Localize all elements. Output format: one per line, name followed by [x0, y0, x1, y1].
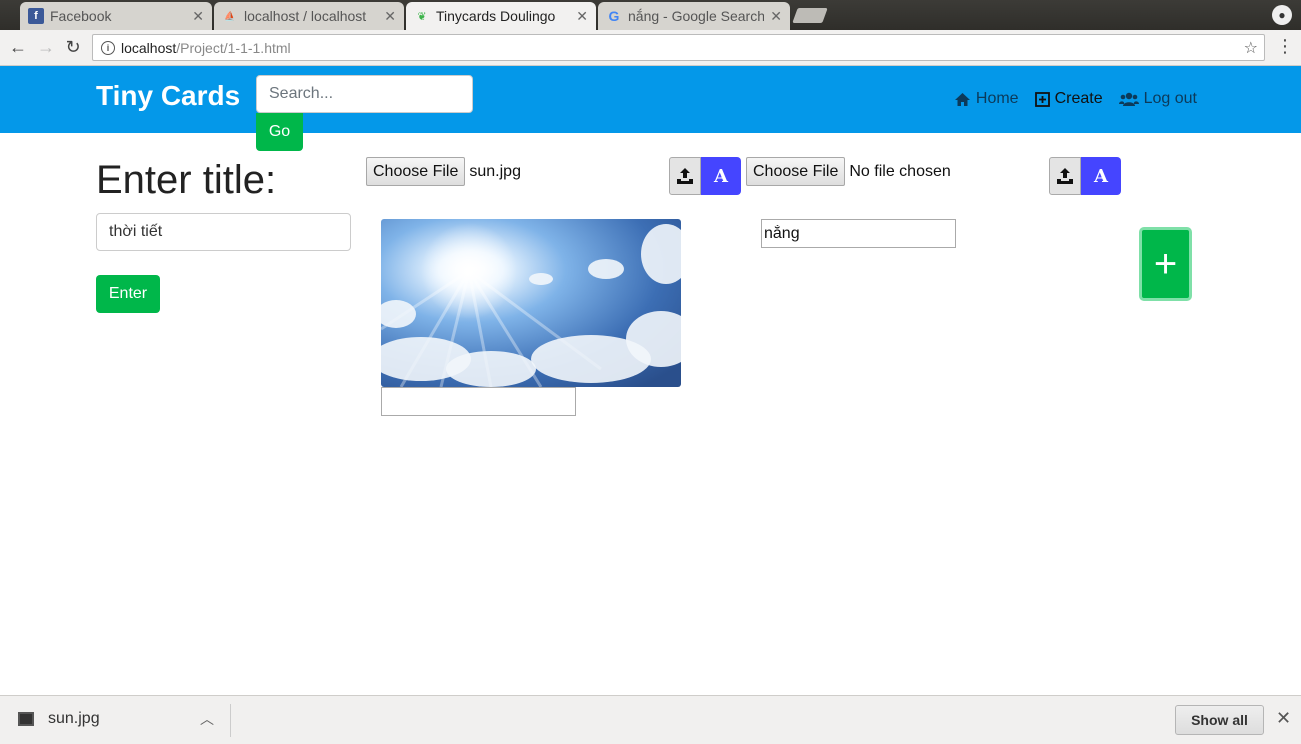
divider	[230, 704, 231, 737]
downloads-bar: sun.jpg ︿ Show all ✕	[0, 695, 1301, 744]
file-icon	[18, 712, 34, 726]
card1-text-button[interactable]: A	[701, 157, 741, 195]
profile-icon[interactable]: ●	[1272, 5, 1292, 25]
nav-create[interactable]: Create	[1034, 90, 1103, 108]
tab-title: Tinycards Doulingo	[436, 8, 556, 24]
tab-google-search[interactable]: G nắng - Google Search ✕	[598, 2, 790, 30]
url-path: /Project/1-1-1.html	[176, 39, 291, 56]
card2-upload-button[interactable]	[1049, 157, 1081, 195]
tab-title: localhost / localhost	[244, 8, 367, 24]
nav-create-label: Create	[1054, 90, 1103, 107]
address-bar[interactable]: i localhost/Project/1-1-1.html ☆	[92, 34, 1265, 61]
chevron-up-icon[interactable]: ︿	[200, 709, 214, 729]
card1-caption-input[interactable]	[381, 387, 576, 416]
download-file-name: sun.jpg	[48, 710, 100, 727]
tab-localhost[interactable]: ⛵ localhost / localhost ✕	[214, 2, 404, 30]
site-navbar: Tiny Cards Home Create Log out	[0, 66, 1301, 133]
sky-sun-image	[381, 219, 681, 387]
search-go-button[interactable]: Go	[256, 113, 303, 151]
home-icon	[954, 92, 970, 106]
enter-button[interactable]: Enter	[96, 275, 160, 313]
info-icon[interactable]: i	[101, 40, 115, 55]
forward-arrow-icon[interactable]: →	[35, 36, 57, 58]
phpmyadmin-icon: ⛵	[224, 10, 236, 21]
search-input[interactable]	[256, 75, 473, 113]
enter-title-heading: Enter title:	[96, 158, 277, 202]
nav-logout-label: Log out	[1143, 90, 1197, 107]
close-tab-icon[interactable]: ✕	[192, 8, 204, 25]
card1-image	[381, 219, 681, 387]
close-tab-icon[interactable]: ✕	[576, 8, 588, 25]
browser-tab-strip: f Facebook ✕ ⛵ localhost / localhost ✕ ❦…	[0, 0, 1301, 30]
close-icon[interactable]: ✕	[1276, 708, 1291, 729]
users-icon	[1118, 92, 1139, 106]
show-all-button[interactable]: Show all	[1175, 705, 1264, 735]
nav-home-label: Home	[975, 90, 1019, 107]
nav-logout[interactable]: Log out	[1118, 90, 1197, 108]
card2-file-picker: Choose File No file chosen	[746, 157, 951, 186]
tab-title: Facebook	[50, 8, 112, 24]
upload-icon	[1057, 168, 1073, 184]
card1-file-name: sun.jpg	[469, 162, 521, 180]
plus-square-icon	[1034, 91, 1050, 107]
nav-links: Home Create Log out	[954, 90, 1197, 108]
bookmark-star-icon[interactable]: ☆	[1244, 38, 1258, 58]
card2-choose-file-button[interactable]: Choose File	[746, 157, 846, 186]
new-tab-button[interactable]	[792, 8, 828, 23]
back-arrow-icon[interactable]: ←	[7, 36, 29, 58]
card2-caption-input[interactable]	[761, 219, 956, 248]
card1-upload-button[interactable]	[669, 157, 701, 195]
close-tab-icon[interactable]: ✕	[770, 8, 782, 25]
close-tab-icon[interactable]: ✕	[384, 8, 396, 25]
brand-logo[interactable]: Tiny Cards	[96, 80, 240, 112]
tinycards-icon: ❦	[417, 10, 427, 23]
card1-choose-file-button[interactable]: Choose File	[366, 157, 466, 186]
card2-file-name: No file chosen	[849, 162, 951, 180]
card1-file-picker: Choose File sun.jpg	[366, 157, 521, 186]
upload-icon	[677, 168, 693, 184]
add-card-button[interactable]: +	[1139, 227, 1192, 301]
browser-menu-icon[interactable]: ⋮	[1276, 36, 1294, 57]
browser-toolbar: ← → ↻ i localhost/Project/1-1-1.html ☆ ⋮	[0, 30, 1301, 66]
download-item[interactable]: sun.jpg	[18, 710, 100, 728]
card2-text-button[interactable]: A	[1081, 157, 1121, 195]
tab-tinycards[interactable]: ❦ Tinycards Doulingo ✕	[406, 2, 596, 30]
tab-facebook[interactable]: f Facebook ✕	[20, 2, 212, 30]
tab-title: nắng - Google Search	[628, 8, 765, 24]
facebook-icon: f	[28, 8, 44, 24]
url-host: localhost	[121, 39, 177, 56]
title-input[interactable]	[96, 213, 351, 251]
google-icon: G	[608, 8, 620, 24]
nav-home[interactable]: Home	[954, 90, 1019, 108]
reload-icon[interactable]: ↻	[62, 36, 84, 58]
